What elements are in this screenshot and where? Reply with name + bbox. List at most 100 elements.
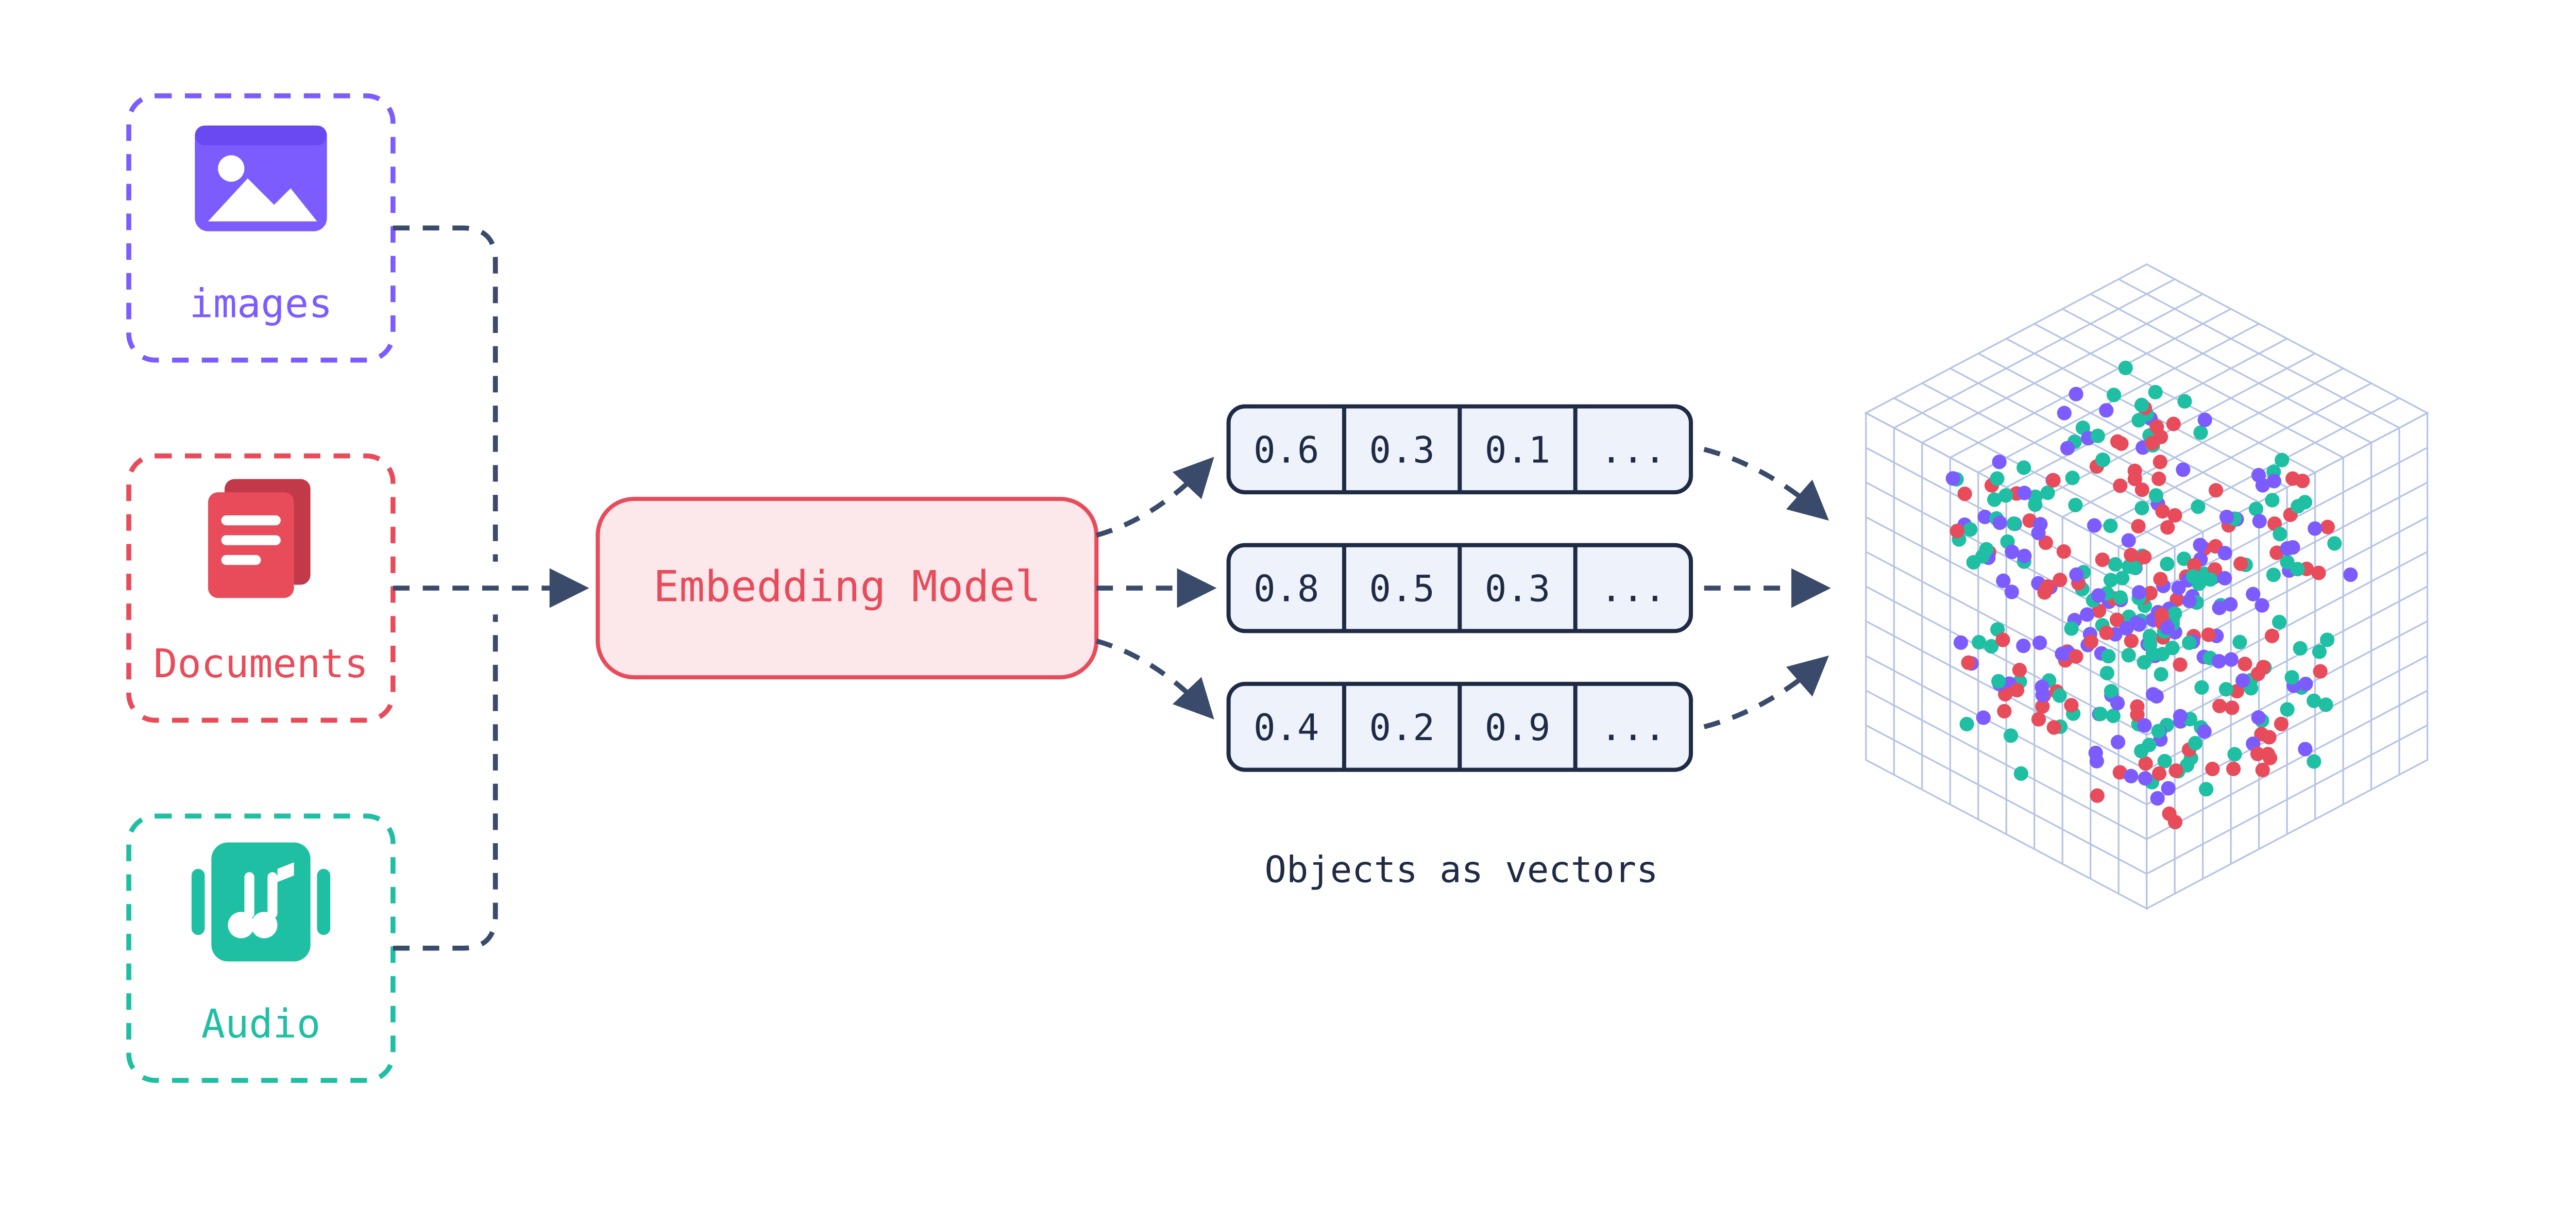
scatter-point [2311,565,2326,580]
vector-cell: 0.5 [1369,568,1434,610]
scatter-point [2160,520,2175,534]
scatter-point [1954,635,1968,650]
scatter-point [2298,742,2312,756]
scatter-point [2095,553,2110,567]
scatter-point [1976,710,1991,725]
scatter-point [2224,652,2239,667]
scatter-point [2313,664,2328,679]
scatter-point [2285,472,2300,486]
vector-row: 0.60.30.1... [1229,406,1691,492]
scatter-point [2320,632,2334,647]
scatter-point [2256,763,2270,777]
scatter-point [2143,629,2157,643]
scatter-point [2293,641,2308,656]
input-documents: Documents [129,456,393,721]
scatter-point [2113,590,2128,605]
scatter-point [1961,656,1975,670]
scatter-point [2119,361,2133,375]
scatter-point [2182,594,2197,608]
scatter-point [2111,735,2125,749]
scatter-point [2017,549,2031,563]
scatter-point [2285,670,2299,684]
scatter-point [2160,621,2175,635]
scatter-point [2182,635,2196,650]
scatter-point [2173,658,2187,672]
scatter-point [2327,536,2342,550]
scatter-point [2138,771,2153,785]
scatter-point [2053,573,2067,587]
scatter-point [2069,649,2083,664]
scatter-point [2100,666,2114,680]
scatter-point [2265,493,2279,507]
scatter-point [1997,704,2011,718]
scatter-point [2199,782,2213,796]
vectors-caption: Objects as vectors [1265,849,1658,891]
scatter-point [2064,622,2078,636]
scatter-point [1960,717,1974,731]
vectors: 0.60.30.1...0.80.50.3...0.40.20.9... [1229,406,1691,769]
scatter-point [1958,487,1972,501]
scatter-point [2267,474,2281,488]
arrow-vector-2-to-cube [1704,661,1823,727]
scatter-point [2201,627,2216,642]
scatter-point [2225,700,2239,715]
scatter-point [2041,486,2055,500]
scatter-point [2095,453,2110,467]
scatter-point [2212,654,2226,668]
scatter-point [1991,674,2006,689]
scatter-point [2110,696,2125,710]
scatter-point [2046,473,2061,488]
scatter-point [2099,626,2114,640]
scatter-point [2171,581,2185,595]
vector-cell: ... [1600,707,1666,749]
scatter-point [2091,429,2105,443]
scatter-point [2298,677,2313,691]
scatter-point [2035,680,2049,694]
scatter-point [2150,791,2165,806]
scatter-point [1946,471,1960,486]
arrow-model-to-vector-0 [1096,462,1209,535]
scatter-point [2343,567,2358,582]
scatter-point [2060,441,2075,455]
scatter-point [2148,385,2163,399]
scatter-point [2168,815,2182,829]
scatter-point [2031,526,2045,540]
scatter-point [2167,606,2182,621]
connector-inputs-to-model [393,228,581,948]
scatter-point [2089,746,2103,760]
scatter-point [2226,762,2241,776]
scatter-point [2119,621,2133,635]
scatter-point [2132,585,2146,599]
scatter-point [2068,498,2082,512]
scatter-point [2167,508,2182,523]
vector-cell: 0.3 [1485,568,1550,610]
scatter-point [2080,607,2094,622]
scatter-point [2155,504,2170,518]
scatter-point [2272,615,2286,629]
vector-cell: 0.4 [1253,707,1319,749]
scatter-point [2250,747,2265,761]
scatter-point [2130,699,2144,714]
scatter-point [2053,689,2067,703]
scatter-point [2217,571,2232,585]
scatter-point [2252,514,2267,528]
audio-icon [192,843,330,962]
vector-cell: ... [1600,568,1666,610]
scatter-point [2107,388,2121,402]
scatter-point [2103,518,2117,533]
scatter-point [2151,472,2166,486]
vector-cell: 0.3 [1369,429,1434,471]
scatter-point [2153,455,2167,469]
scatter-point [2158,754,2172,768]
scatter-point [2149,488,2163,503]
scatter-point [2093,707,2108,721]
scatter-point [2251,666,2265,681]
scatter-point [1996,574,2010,588]
scatter-point [1993,515,2007,530]
scatter-point [2198,413,2212,427]
scatter-point [2176,462,2190,477]
scatter-point [2057,406,2072,420]
scatter-point [2166,417,2181,431]
vector-row: 0.40.20.9... [1229,684,1691,770]
vector-cell: 0.6 [1253,429,1319,471]
